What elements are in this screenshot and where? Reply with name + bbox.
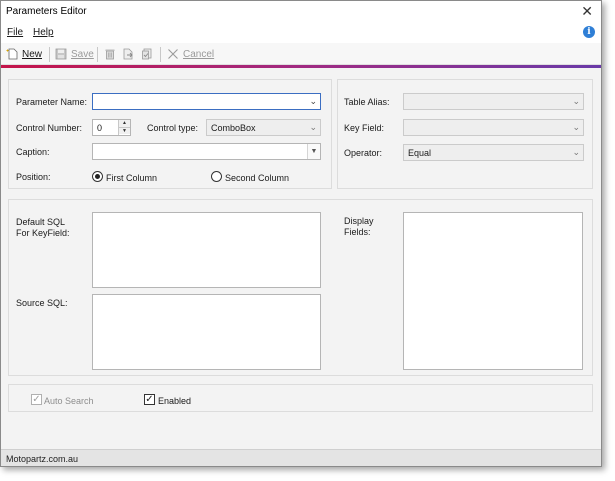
- table-alias-select[interactable]: ⌄: [403, 93, 584, 110]
- default-sql-label: Default SQL: [16, 217, 66, 227]
- save-button-label: Save: [71, 48, 94, 60]
- cancel-button-label: Cancel: [183, 48, 215, 60]
- delete-button[interactable]: [104, 47, 120, 61]
- control-type-select[interactable]: ComboBox ⌄: [206, 119, 321, 136]
- spinner-buttons[interactable]: ▲ ▼: [118, 120, 130, 135]
- table-alias-label: Table Alias:: [344, 97, 390, 107]
- window-title: Parameters Editor: [6, 6, 87, 17]
- control-number-value: 0: [97, 123, 103, 133]
- options-group: [8, 384, 593, 412]
- enabled-label: Enabled: [158, 396, 192, 406]
- menu-file[interactable]: File: [7, 27, 23, 38]
- position-label: Position:: [16, 172, 51, 182]
- toolbar-separator: [49, 47, 50, 62]
- spin-up-icon[interactable]: ▲: [119, 120, 130, 127]
- chevron-down-icon: ⌄: [572, 122, 580, 132]
- chevron-down-icon: ⌄: [309, 96, 317, 106]
- operator-select[interactable]: Equal ⌄: [403, 144, 584, 161]
- save-button[interactable]: Save: [55, 47, 94, 61]
- close-icon[interactable]: ✕: [581, 3, 593, 20]
- copy-icon: [141, 48, 153, 60]
- status-text: Motopartz.com.au: [6, 454, 79, 464]
- display-fields-textarea[interactable]: [403, 212, 583, 370]
- info-icon[interactable]: i: [583, 26, 595, 38]
- control-number-stepper[interactable]: 0 ▲ ▼: [92, 119, 131, 136]
- operator-label: Operator:: [344, 148, 383, 158]
- source-sql-label: Source SQL:: [16, 298, 68, 308]
- position-second-column-label[interactable]: Second Column: [225, 173, 289, 183]
- new-document-icon: [6, 48, 18, 60]
- caption-label: Caption:: [16, 147, 50, 157]
- control-number-label: Control Number:: [16, 123, 83, 133]
- save-icon: [55, 48, 67, 60]
- spin-down-icon[interactable]: ▼: [119, 127, 130, 134]
- operator-value: Equal: [408, 148, 432, 158]
- display-fields-label: Display: [344, 216, 374, 226]
- caption-combobox[interactable]: ▼: [92, 143, 321, 160]
- new-button-label: New: [22, 48, 43, 60]
- position-second-column-radio[interactable]: [211, 171, 222, 182]
- cancel-button[interactable]: Cancel: [167, 47, 214, 61]
- toolbar-separator: [160, 47, 161, 62]
- parameter-name-label: Parameter Name:: [16, 97, 88, 107]
- auto-search-label: Auto Search: [44, 396, 94, 406]
- title-bar: Parameters Editor ✕: [1, 1, 601, 23]
- position-first-column-label[interactable]: First Column: [106, 173, 157, 183]
- delete-icon: [104, 48, 116, 60]
- status-bar: Motopartz.com.au: [1, 449, 601, 466]
- export-button[interactable]: [122, 47, 138, 61]
- display-fields-label-line2: Fields:: [344, 227, 371, 237]
- control-type-value: ComboBox: [211, 123, 256, 133]
- toolbar: New Save Cancel: [1, 43, 601, 65]
- source-sql-textarea[interactable]: [92, 294, 321, 370]
- accent-bar: [1, 65, 601, 68]
- default-sql-label-line2: For KeyField:: [16, 228, 70, 238]
- auto-search-checkbox[interactable]: ✓: [31, 394, 42, 405]
- export-icon: [122, 48, 134, 60]
- default-sql-textarea[interactable]: [92, 212, 321, 288]
- position-first-column-radio[interactable]: [92, 171, 103, 182]
- chevron-down-icon: ⌄: [572, 96, 580, 106]
- key-field-label: Key Field:: [344, 123, 385, 133]
- chevron-down-icon: ⌄: [309, 122, 317, 132]
- copy-button[interactable]: [141, 47, 157, 61]
- toolbar-separator: [97, 47, 98, 62]
- dropdown-arrow-icon[interactable]: ▼: [307, 144, 320, 159]
- enabled-checkbox[interactable]: ✓: [144, 394, 155, 405]
- parameters-editor-window: Parameters Editor ✕ File Help i New Save: [0, 0, 602, 467]
- menu-help[interactable]: Help: [33, 27, 54, 38]
- control-type-label: Control type:: [147, 123, 199, 133]
- new-button[interactable]: New: [6, 47, 42, 61]
- key-field-select[interactable]: ⌄: [403, 119, 584, 136]
- menu-bar: File Help i: [1, 23, 601, 43]
- parameter-name-combobox[interactable]: ⌄: [92, 93, 321, 110]
- cancel-x-icon: [167, 48, 179, 60]
- chevron-down-icon: ⌄: [572, 147, 580, 157]
